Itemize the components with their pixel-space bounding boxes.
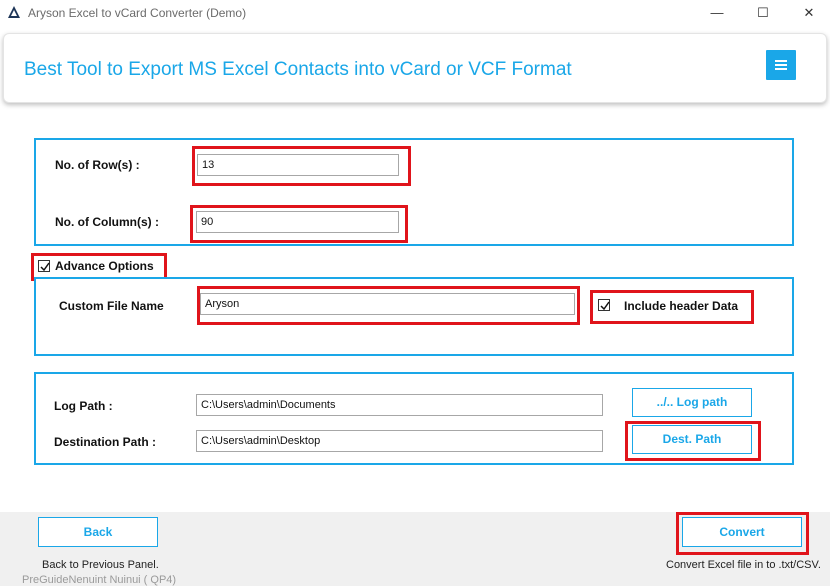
- advance-options-checkbox[interactable]: [38, 260, 50, 272]
- custom-file-name-label: Custom File Name: [59, 299, 164, 313]
- dimensions-panel: [34, 138, 794, 246]
- close-button[interactable]: ✕: [789, 2, 829, 24]
- back-caption: Back to Previous Panel.: [42, 559, 159, 571]
- rows-input[interactable]: 13: [197, 154, 399, 176]
- columns-label: No. of Column(s) :: [55, 215, 159, 229]
- destination-path-label: Destination Path :: [54, 435, 157, 449]
- maximize-button[interactable]: ☐: [743, 2, 783, 24]
- title-bar: Aryson Excel to vCard Converter (Demo) —…: [0, 0, 830, 27]
- destination-path-button[interactable]: Dest. Path: [632, 425, 752, 454]
- header-banner: Best Tool to Export MS Excel Contacts in…: [3, 33, 827, 103]
- checkmark-icon: [600, 301, 610, 311]
- hamburger-icon-line: [775, 64, 787, 66]
- columns-input[interactable]: 90: [196, 211, 399, 233]
- app-logo-icon: [8, 6, 20, 18]
- page-title: Best Tool to Export MS Excel Contacts in…: [24, 59, 572, 80]
- rows-label: No. of Row(s) :: [55, 158, 140, 172]
- convert-caption: Convert Excel file in to .txt/CSV.: [666, 559, 821, 571]
- include-header-label: Include header Data: [624, 299, 739, 313]
- log-path-label: Log Path :: [54, 399, 113, 413]
- background-ghost-text: PreGuideNenuint Nuinui ( QP4): [22, 574, 177, 586]
- log-path-button[interactable]: ../.. Log path: [632, 388, 752, 417]
- minimize-button[interactable]: —: [697, 2, 737, 24]
- window-title: Aryson Excel to vCard Converter (Demo): [28, 6, 247, 20]
- convert-button[interactable]: Convert: [682, 517, 802, 547]
- checkmark-icon: [40, 262, 50, 272]
- hamburger-icon: [775, 60, 787, 62]
- hamburger-menu-button[interactable]: [766, 50, 796, 80]
- advance-options-panel: [34, 277, 794, 356]
- advance-options-label: Advance Options: [55, 259, 154, 273]
- custom-file-name-input[interactable]: Aryson: [200, 293, 575, 315]
- hamburger-icon-line: [775, 68, 787, 70]
- log-path-input[interactable]: C:\Users\admin\Documents: [196, 394, 603, 416]
- include-header-checkbox[interactable]: [598, 299, 610, 311]
- back-button[interactable]: Back: [38, 517, 158, 547]
- destination-path-input[interactable]: C:\Users\admin\Desktop: [196, 430, 603, 452]
